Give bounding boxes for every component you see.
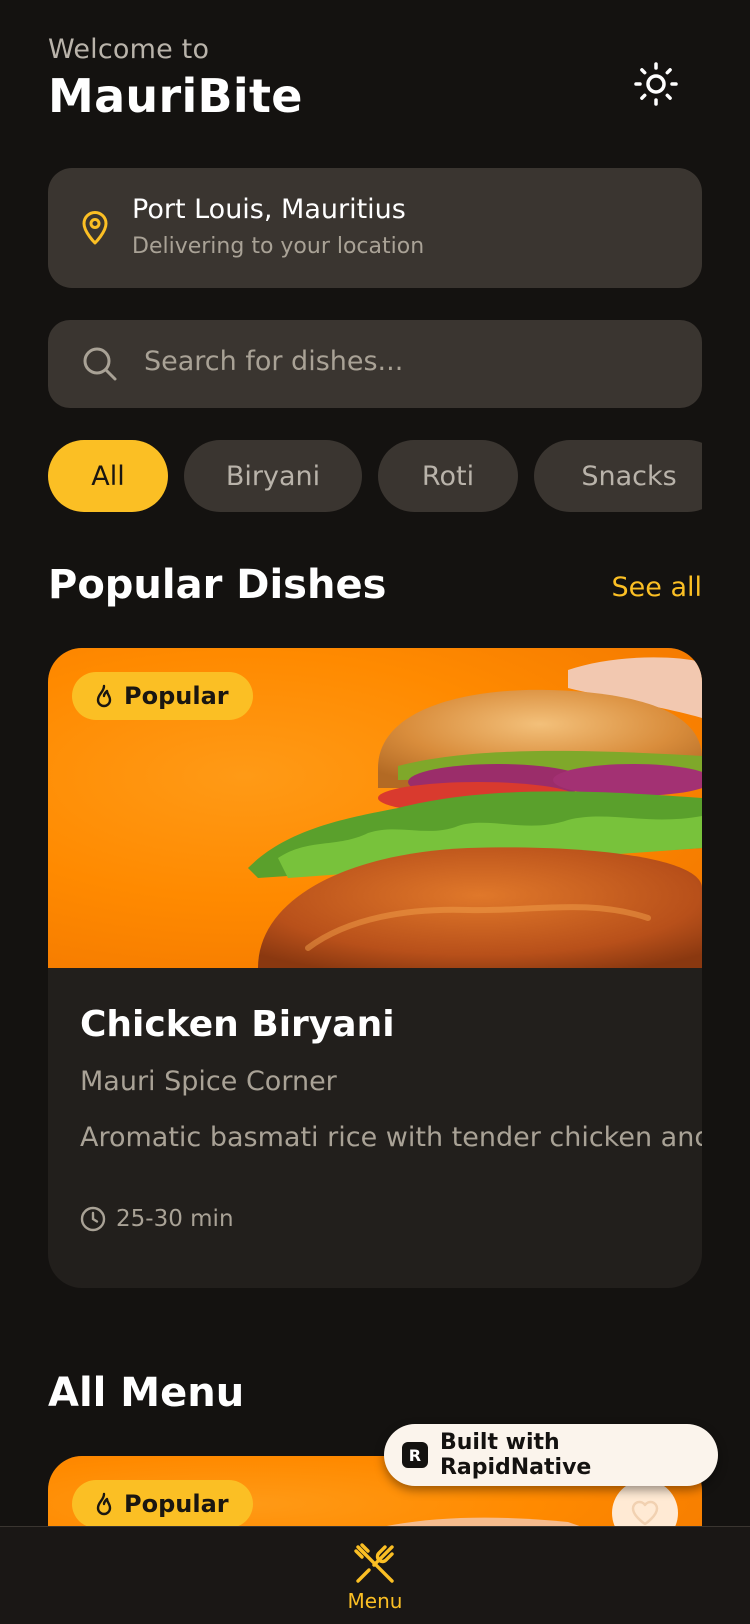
rapid-label: Built with RapidNative — [439, 1430, 592, 1480]
location-pin-icon — [82, 211, 108, 245]
popular-badge: Popular — [72, 672, 253, 720]
restaurant-name: Mauri Spice Corner — [80, 1066, 337, 1097]
welcome-text: Welcome to — [48, 34, 210, 65]
time-label: 25-30 min — [116, 1206, 234, 1232]
location-subtitle: Delivering to your location — [132, 234, 425, 259]
bottom-nav: Menu — [0, 1526, 750, 1624]
dish-name: Chicken Biryani — [80, 1004, 395, 1045]
heart-icon — [631, 1500, 659, 1526]
dish-card[interactable]: Popular Chicken Biryani Mauri Spice Corn… — [48, 648, 702, 1288]
header: Welcome to MauriBite — [48, 34, 303, 123]
theme-toggle-button[interactable] — [632, 60, 680, 108]
badge-label: Popular — [124, 682, 229, 710]
chip-all[interactable]: All — [48, 440, 168, 512]
rapidnative-logo-icon: R — [402, 1442, 428, 1468]
dish-description: Aromatic basmati rice with tender chicke… — [80, 1122, 702, 1153]
search-icon — [83, 347, 117, 381]
sun-icon — [634, 62, 678, 106]
see-all-link[interactable]: See all — [612, 572, 703, 603]
chip-snacks[interactable]: Snacks — [534, 440, 702, 512]
flame-icon — [96, 1492, 112, 1516]
chip-biryani[interactable]: Biryani — [184, 440, 362, 512]
fork-knife-icon — [354, 1543, 394, 1583]
section-title-popular: Popular Dishes — [48, 562, 387, 608]
app-title: MauriBite — [48, 69, 303, 123]
location-card[interactable]: Port Louis, Mauritius Delivering to your… — [48, 168, 702, 288]
search-placeholder: Search for dishes... — [144, 346, 404, 377]
section-title-all-menu: All Menu — [48, 1370, 245, 1416]
built-with-rapidnative-badge[interactable]: R Built with RapidNative — [384, 1424, 718, 1486]
badge-label: Popular — [124, 1490, 229, 1518]
nav-item-menu[interactable]: Menu — [335, 1541, 415, 1613]
category-chips: All Biryani Roti Snacks — [48, 440, 702, 512]
popular-badge: Popular — [72, 1480, 253, 1528]
nav-label-menu: Menu — [347, 1589, 403, 1613]
clock-icon — [80, 1206, 106, 1232]
delivery-time: 25-30 min — [80, 1206, 234, 1232]
flame-icon — [96, 684, 112, 708]
dish-image: Popular — [48, 648, 702, 968]
location-title: Port Louis, Mauritius — [132, 194, 406, 225]
search-input[interactable]: Search for dishes... — [48, 320, 702, 408]
chip-roti[interactable]: Roti — [378, 440, 518, 512]
